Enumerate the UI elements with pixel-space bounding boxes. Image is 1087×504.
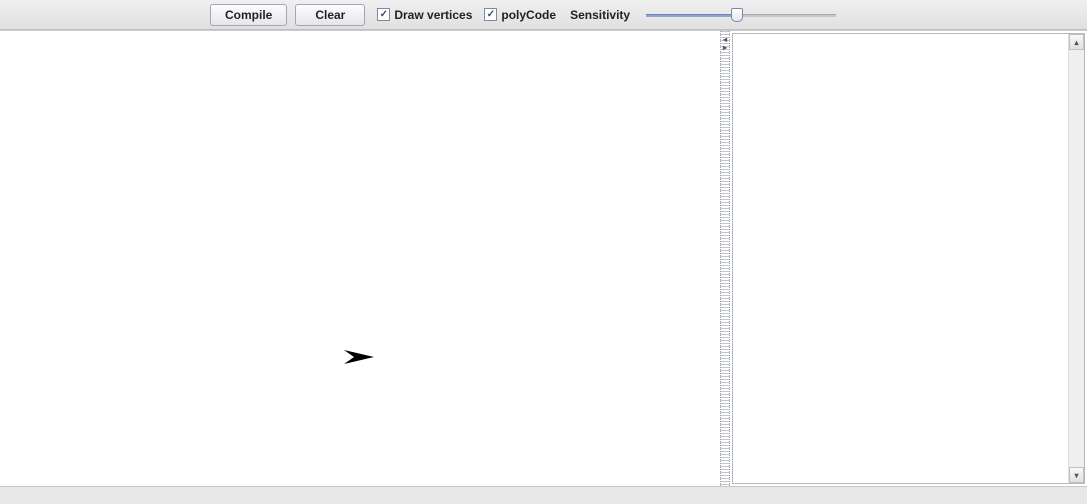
draw-vertices-checkbox[interactable] — [377, 8, 390, 21]
vertical-scrollbar[interactable]: ▴ ▾ — [1068, 34, 1084, 483]
code-area-wrap: ▴ ▾ — [732, 33, 1085, 484]
slider-track-filled — [646, 14, 737, 17]
polycode-label: polyCode — [501, 8, 556, 22]
scroll-down-button[interactable]: ▾ — [1069, 467, 1084, 483]
draw-vertices-option: Draw vertices — [377, 8, 472, 22]
draw-vertices-label: Draw vertices — [394, 8, 472, 22]
clear-button[interactable]: Clear — [295, 4, 365, 26]
status-bar — [0, 486, 1087, 504]
scroll-track[interactable] — [1069, 50, 1084, 467]
scroll-up-button[interactable]: ▴ — [1069, 34, 1084, 50]
slider-track-empty — [737, 14, 836, 17]
code-textarea[interactable] — [733, 34, 1068, 483]
split-divider[interactable]: ◂ ▸ — [720, 31, 730, 486]
polycode-checkbox[interactable] — [484, 8, 497, 21]
sensitivity-label: Sensitivity — [570, 8, 630, 22]
side-panel: ▴ ▾ — [730, 31, 1087, 486]
canvas-panel[interactable] — [0, 31, 720, 486]
polycode-option: polyCode — [484, 8, 556, 22]
divider-collapse-right-icon[interactable]: ▸ — [723, 44, 727, 52]
sensitivity-slider[interactable] — [646, 6, 836, 24]
main-area: ◂ ▸ ▴ ▾ — [0, 30, 1087, 486]
slider-thumb[interactable] — [731, 8, 743, 22]
pointer-arrow-icon — [344, 342, 384, 375]
compile-button[interactable]: Compile — [210, 4, 287, 26]
toolbar: Compile Clear Draw vertices polyCode Sen… — [0, 0, 1087, 30]
